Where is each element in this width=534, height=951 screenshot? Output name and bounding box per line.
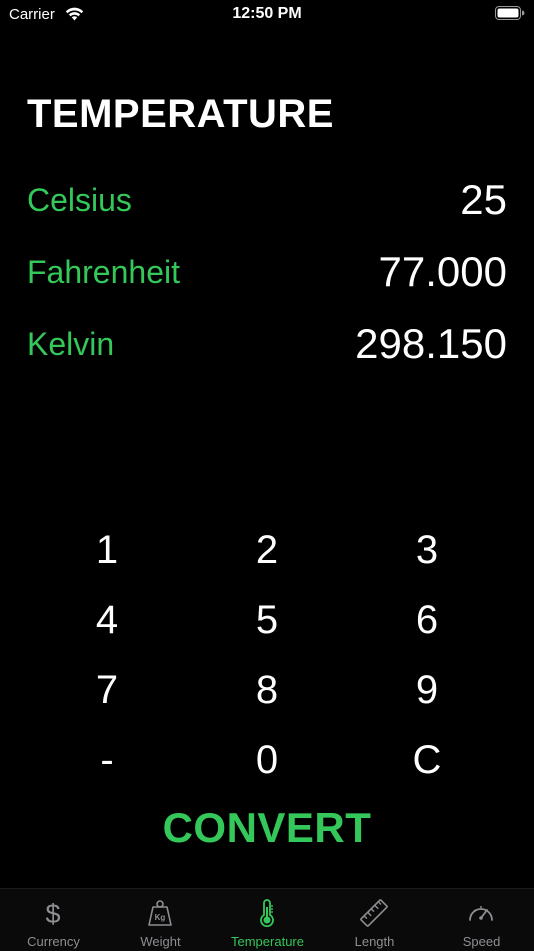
key-3[interactable]: 3 [347,520,507,580]
tab-bar: $ Currency Kg Weight Temperature Length … [0,888,534,951]
tab-temperature[interactable]: Temperature [214,889,321,951]
thermometer-icon [260,899,274,928]
tab-weight[interactable]: Kg Weight [107,889,214,951]
unit-label: Kelvin [27,326,115,362]
key-clear[interactable]: C [347,730,507,790]
tab-label: Temperature [231,934,304,949]
svg-text:$: $ [45,899,60,928]
convert-button[interactable]: CONVERT [0,804,534,852]
key-2[interactable]: 2 [187,520,347,580]
dollar-icon: $ [45,899,60,928]
page-title: TEMPERATURE [27,92,334,136]
battery-icon [495,6,525,20]
tab-label: Length [354,934,395,949]
key-5[interactable]: 5 [187,590,347,650]
unit-value: 298.150 [355,320,507,367]
speedometer-icon [469,906,493,921]
key-4[interactable]: 4 [27,590,187,650]
unit-value: 77.000 [378,248,507,295]
tab-label: Currency [27,934,80,949]
key-7[interactable]: 7 [27,660,187,720]
unit-row-celsius[interactable]: Celsius 25 [27,177,507,223]
key-8[interactable]: 8 [187,660,347,720]
key-9[interactable]: 9 [347,660,507,720]
key-1[interactable]: 1 [27,520,187,580]
status-bar: Carrier 12:50 PM [0,0,534,30]
tab-length[interactable]: Length [321,889,428,951]
tab-speed[interactable]: Speed [428,889,534,951]
key-minus[interactable]: - [27,730,187,790]
weight-kg-icon: Kg [148,900,172,926]
svg-text:Kg: Kg [155,913,166,922]
unit-label: Fahrenheit [27,254,180,290]
unit-row-fahrenheit[interactable]: Fahrenheit 77.000 [27,249,507,295]
key-6[interactable]: 6 [347,590,507,650]
unit-label: Celsius [27,182,132,218]
status-time: 12:50 PM [232,5,302,22]
tab-label: Weight [140,934,181,949]
tab-currency[interactable]: $ Currency [0,889,107,951]
unit-row-kelvin[interactable]: Kelvin 298.150 [27,321,507,367]
key-0[interactable]: 0 [187,730,347,790]
ruler-icon [360,899,388,927]
tab-label: Speed [462,934,501,949]
unit-value: 25 [460,176,507,223]
